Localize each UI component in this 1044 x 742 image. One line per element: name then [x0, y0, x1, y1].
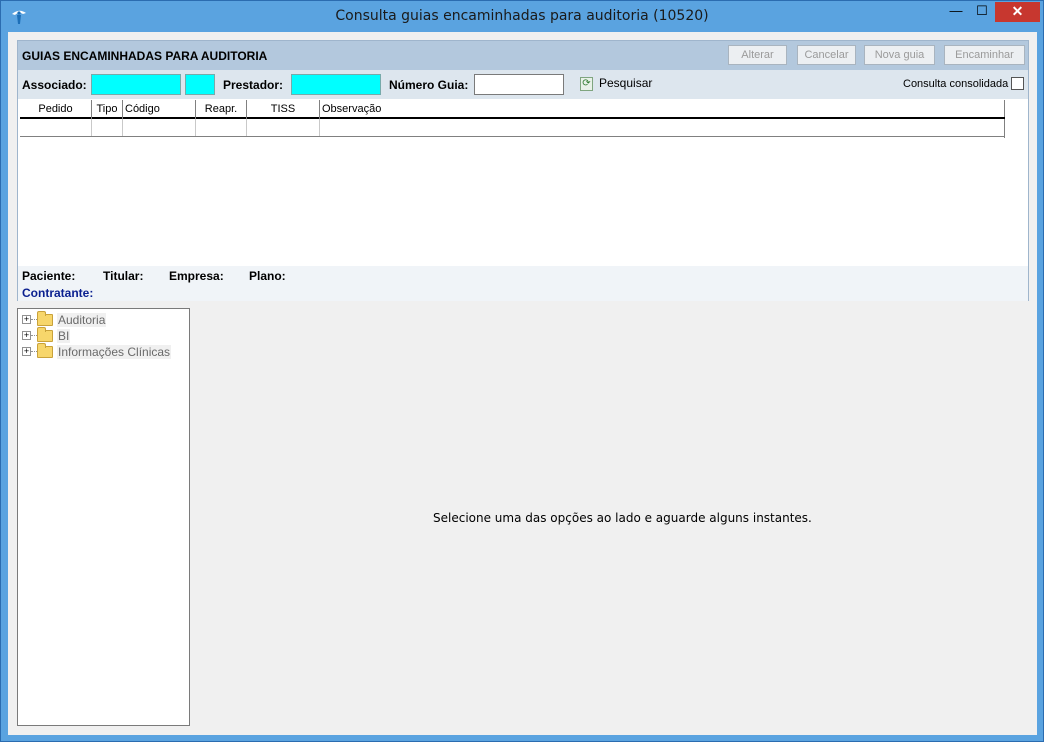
cell-pedido[interactable]	[20, 119, 92, 136]
cell-reapr[interactable]	[196, 119, 247, 136]
grid-header: Pedido Tipo Código Reapr. TISS Observaçã…	[20, 100, 1005, 119]
guias-panel: GUIAS ENCAMINHADAS PARA AUDITORIA Altera…	[17, 40, 1029, 301]
cell-codigo[interactable]	[123, 119, 196, 136]
column-observacao[interactable]: Observação	[320, 100, 1005, 119]
patient-info: Paciente: Titular: Empresa: Plano: Contr…	[18, 266, 1028, 301]
pesquisar-button[interactable]: ⟳ Pesquisar	[580, 76, 652, 94]
folder-icon	[37, 343, 53, 358]
consulta-consolidada-checkbox[interactable]	[1011, 77, 1024, 90]
panel-header: GUIAS ENCAMINHADAS PARA AUDITORIA Altera…	[18, 41, 1028, 70]
refresh-icon: ⟳	[580, 76, 593, 91]
consulta-consolidada-label: Consulta consolidada	[903, 78, 1009, 90]
app-window: Consulta guias encaminhadas para auditor…	[0, 0, 1044, 742]
prestador-label: Prestador:	[223, 78, 284, 92]
expand-icon[interactable]: +	[22, 315, 31, 324]
panel-title: GUIAS ENCAMINHADAS PARA AUDITORIA	[22, 49, 268, 63]
plano-label: Plano:	[249, 269, 286, 283]
empresa-label: Empresa:	[169, 269, 224, 283]
titular-label: Titular:	[103, 269, 144, 283]
pesquisar-label: Pesquisar	[599, 76, 653, 90]
prestador-field[interactable]	[291, 74, 381, 95]
paciente-label: Paciente:	[22, 269, 76, 283]
cell-observacao[interactable]	[320, 119, 1005, 136]
associado-label: Associado:	[22, 78, 87, 92]
nova-guia-button[interactable]: Nova guia	[864, 45, 935, 65]
expand-icon[interactable]: +	[22, 347, 31, 356]
associado-field[interactable]	[91, 74, 181, 95]
window-title: Consulta guias encaminhadas para auditor…	[335, 8, 709, 24]
associado-code-field[interactable]	[185, 74, 215, 95]
title-bar[interactable]: Consulta guias encaminhadas para auditor…	[1, 1, 1043, 32]
column-reapr[interactable]: Reapr.	[196, 100, 247, 119]
tree-item-label: BI	[57, 329, 71, 343]
expand-icon[interactable]: +	[22, 331, 31, 340]
folder-icon	[37, 327, 53, 342]
alterar-button[interactable]: Alterar	[728, 45, 787, 65]
options-tree[interactable]: + Auditoria + BI + Informações Clínicas	[17, 308, 190, 726]
contratante-label: Contratante:	[22, 286, 94, 300]
numero-guia-label: Número Guia:	[389, 78, 469, 92]
cell-tipo[interactable]	[92, 119, 123, 136]
folder-icon	[37, 311, 53, 326]
maximize-button[interactable]: ☐	[969, 2, 995, 22]
tree-item-label: Informações Clínicas	[57, 345, 172, 359]
cancelar-button[interactable]: Cancelar	[797, 45, 856, 65]
cell-tiss[interactable]	[247, 119, 320, 136]
search-row: Associado: Prestador: Número Guia: ⟳ Pesq…	[18, 70, 1028, 99]
encaminhar-button[interactable]: Encaminhar	[944, 45, 1025, 65]
column-tiss[interactable]: TISS	[247, 100, 320, 119]
column-tipo[interactable]: Tipo	[92, 100, 123, 119]
close-button[interactable]: ✕	[995, 2, 1040, 22]
table-row[interactable]	[20, 119, 1005, 137]
client-area: GUIAS ENCAMINHADAS PARA AUDITORIA Altera…	[8, 32, 1037, 735]
guias-grid[interactable]: Pedido Tipo Código Reapr. TISS Observaçã…	[20, 100, 1005, 138]
column-pedido[interactable]: Pedido	[20, 100, 92, 119]
minimize-button[interactable]: —	[943, 2, 969, 22]
tree-item-label: Auditoria	[57, 313, 107, 327]
selection-hint: Selecione uma das opções ao lado e aguar…	[433, 511, 812, 525]
column-codigo[interactable]: Código	[123, 100, 196, 119]
numero-guia-field[interactable]	[474, 74, 564, 95]
